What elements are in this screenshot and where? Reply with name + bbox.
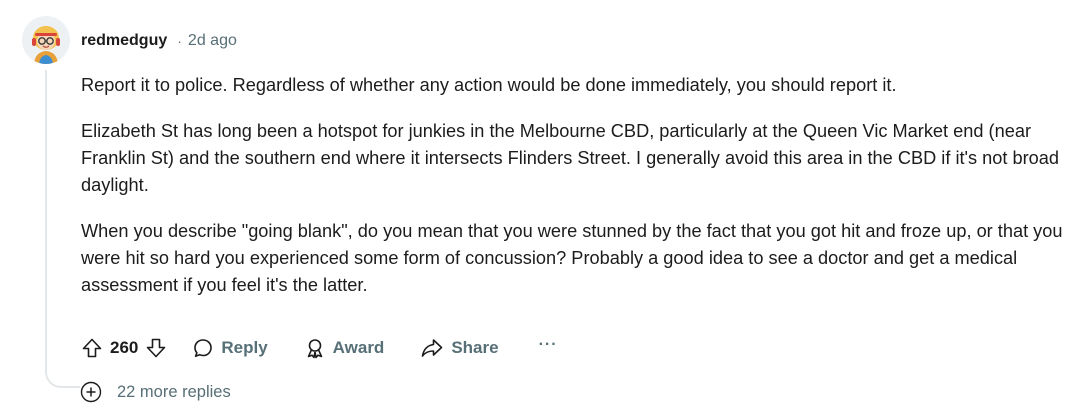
arrow-down-icon (147, 338, 166, 358)
comment: redmedguy · 2d ago Report it to police. … (0, 0, 1080, 414)
share-label: Share (451, 338, 499, 357)
reply-button[interactable]: Reply (192, 337, 268, 359)
downvote-button[interactable] (142, 334, 170, 362)
vote-score: 260 (110, 338, 139, 357)
share-button[interactable]: Share (420, 337, 499, 359)
author-name[interactable]: redmedguy (81, 32, 167, 50)
timestamp[interactable]: 2d ago (188, 32, 237, 50)
comment-meta: redmedguy · 2d ago (81, 30, 237, 52)
comment-body: Report it to police. Regardless of wheth… (81, 72, 1066, 318)
plus-circle-icon (80, 381, 102, 403)
avatar[interactable] (22, 16, 70, 64)
avatar-image (22, 16, 70, 64)
speech-bubble-icon (194, 339, 213, 357)
award-button[interactable]: Award (304, 337, 385, 359)
more-options-button[interactable]: ··· (539, 336, 558, 354)
meta-separator: · (177, 33, 182, 49)
vote-group: 260 (78, 334, 170, 362)
award-ribbon-icon (307, 339, 322, 359)
comment-actions: 260 Reply Award Share ··· (78, 332, 558, 364)
thread-line[interactable] (45, 70, 81, 388)
award-label: Award (332, 338, 385, 357)
comment-paragraph: When you describe "going blank", do you … (81, 221, 1063, 295)
comment-paragraph: Elizabeth St has long been a hotspot for… (81, 121, 1060, 195)
upvote-button[interactable] (78, 334, 106, 362)
share-arrow-icon (422, 339, 443, 357)
arrow-up-icon (82, 338, 102, 358)
reply-label: Reply (221, 338, 268, 357)
more-replies-label: 22 more replies (117, 382, 231, 401)
comment-paragraph: Report it to police. Regardless of wheth… (81, 75, 897, 95)
more-replies-link[interactable]: 22 more replies (80, 381, 231, 403)
